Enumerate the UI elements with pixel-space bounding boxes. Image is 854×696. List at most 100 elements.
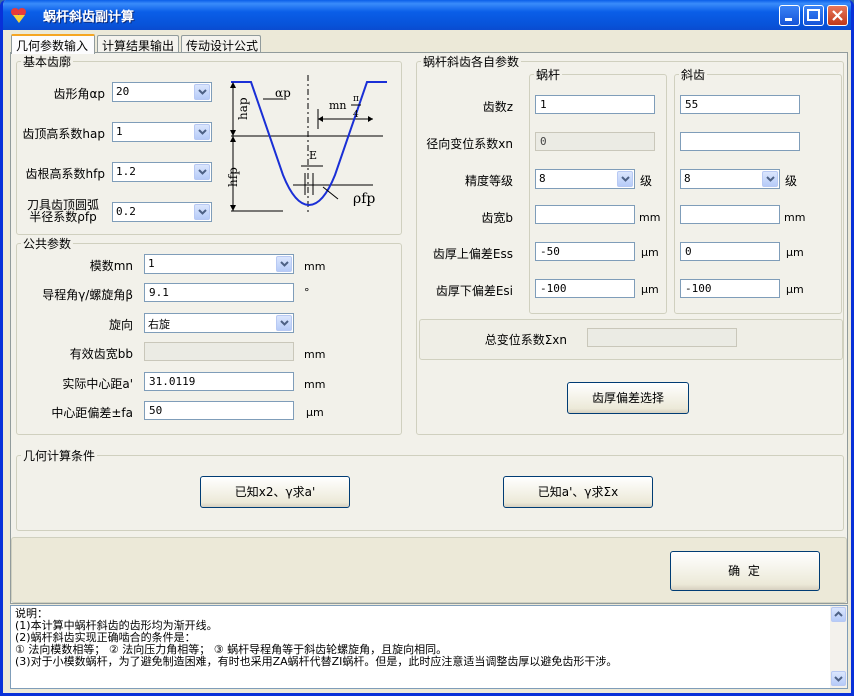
worm-column-title: 蜗杆 bbox=[536, 68, 561, 82]
chevron-up-icon bbox=[834, 611, 843, 617]
chevron-down-icon bbox=[198, 89, 207, 95]
diagram-mn-label: mn bbox=[329, 99, 347, 112]
direction-select[interactable]: 右旋 bbox=[144, 313, 294, 333]
diagram-e-label: E bbox=[309, 149, 317, 162]
conditions-title: 几何计算条件 bbox=[23, 449, 96, 463]
main-window: 蜗杆斜齿副计算 几何参数输入 计算结果输出 传动设计公式 基本齿廓 齿形角αp … bbox=[0, 0, 854, 696]
dropdown-arrow[interactable] bbox=[194, 124, 210, 140]
maximize-button[interactable] bbox=[803, 5, 824, 26]
minimize-button[interactable] bbox=[779, 5, 800, 26]
chevron-down-icon bbox=[198, 129, 207, 135]
center-dev-input[interactable]: 50 bbox=[144, 401, 294, 420]
dropdown-arrow[interactable] bbox=[762, 171, 778, 187]
calc-by-x2-button[interactable]: 已知x2、γ求a' bbox=[200, 476, 350, 508]
eff-width-label: 有效齿宽bb bbox=[69, 347, 133, 361]
tab-geometry-input[interactable]: 几何参数输入 bbox=[11, 34, 95, 54]
close-button[interactable] bbox=[827, 5, 848, 26]
dropdown-arrow[interactable] bbox=[194, 204, 210, 220]
notes-scrollbar[interactable] bbox=[830, 606, 847, 688]
gear-teeth-input[interactable]: 55 bbox=[680, 95, 800, 114]
shift-label: 径向变位系数xn bbox=[426, 137, 513, 151]
worm-grade-value: 8 bbox=[539, 172, 546, 185]
diagram-four-label: 4 bbox=[353, 110, 359, 120]
lead-angle-label: 导程角γ/螺旋角β bbox=[42, 288, 133, 302]
notes-textarea[interactable]: 说明： (1)本计算中蜗杆斜齿的齿形均为渐开线。 (2)蜗杆斜齿实现正确啮合的条… bbox=[10, 605, 848, 689]
dropdown-arrow[interactable] bbox=[194, 84, 210, 100]
maximize-icon bbox=[807, 9, 820, 21]
worm-lower-dev-input[interactable]: -100 bbox=[535, 279, 635, 298]
gear-lower-dev-unit: μm bbox=[786, 283, 804, 296]
center-dev-unit: μm bbox=[306, 406, 324, 419]
title-bar[interactable]: 蜗杆斜齿副计算 bbox=[3, 0, 851, 30]
total-shift-label: 总变位系数Σxn bbox=[484, 333, 567, 347]
ok-button[interactable]: 确 定 bbox=[670, 551, 820, 591]
calc-by-center-distance-button[interactable]: 已知a'、γ求Σx bbox=[503, 476, 653, 508]
diagram-hap-label: hap bbox=[236, 97, 250, 120]
addendum-coef-value: 1 bbox=[116, 125, 123, 138]
worm-width-unit: mm bbox=[639, 211, 661, 224]
total-shift-input[interactable] bbox=[587, 328, 737, 347]
worm-upper-dev-input[interactable]: -50 bbox=[535, 242, 635, 261]
dropdown-arrow[interactable] bbox=[194, 164, 210, 180]
worm-width-input[interactable] bbox=[535, 205, 635, 224]
conditions-group: 几何计算条件 bbox=[16, 447, 844, 531]
close-icon bbox=[832, 10, 843, 21]
center-distance-unit: mm bbox=[304, 378, 326, 391]
chevron-down-icon bbox=[766, 176, 775, 182]
worm-lower-dev-unit: μm bbox=[641, 283, 659, 296]
pressure-angle-select[interactable]: 20 bbox=[112, 82, 212, 102]
gear-upper-dev-input[interactable]: 0 bbox=[680, 242, 780, 261]
gear-params-title: 蜗杆斜齿各自参数 bbox=[423, 55, 520, 69]
gear-lower-dev-input[interactable]: -100 bbox=[680, 279, 780, 298]
thickness-deviation-button[interactable]: 齿厚偏差选择 bbox=[567, 382, 689, 414]
tip-radius-label: 刀具齿顶圆弧 半径系数ρfp bbox=[21, 199, 105, 223]
center-distance-input[interactable]: 31.0119 bbox=[144, 372, 294, 391]
dropdown-arrow[interactable] bbox=[276, 256, 292, 272]
dedendum-coef-select[interactable]: 1.2 bbox=[112, 162, 212, 182]
center-dev-label: 中心距偏差±fa bbox=[51, 406, 133, 420]
addendum-coef-select[interactable]: 1 bbox=[112, 122, 212, 142]
lead-angle-input[interactable]: 9.1 bbox=[144, 283, 294, 302]
direction-label: 旋向 bbox=[108, 318, 133, 332]
gear-width-unit: mm bbox=[784, 211, 806, 224]
chevron-down-icon bbox=[198, 209, 207, 215]
module-value: 1 bbox=[148, 257, 155, 270]
window-title: 蜗杆斜齿副计算 bbox=[43, 10, 135, 25]
gear-column-title: 斜齿 bbox=[681, 68, 706, 82]
worm-grade-select[interactable]: 8 bbox=[535, 169, 635, 189]
diagram-rho-label: ρfp bbox=[353, 191, 375, 207]
scroll-up-button[interactable] bbox=[831, 607, 846, 622]
width-label: 齿宽b bbox=[481, 211, 513, 225]
worm-grade-unit: 级 bbox=[640, 174, 653, 188]
eff-width-unit: mm bbox=[304, 348, 326, 361]
eff-width-input[interactable] bbox=[144, 342, 294, 361]
gear-width-input[interactable] bbox=[680, 205, 780, 224]
dropdown-arrow[interactable] bbox=[276, 315, 292, 331]
tip-radius-value: 0.2 bbox=[116, 205, 136, 218]
tab-design-formulas[interactable]: 传动设计公式 bbox=[181, 35, 261, 53]
notes-line: (3)对于小模数蜗杆，为了避免制造困难，有时也采用ZA蜗杆代替ZI蜗杆。但是，此… bbox=[15, 655, 618, 668]
teeth-label: 齿数z bbox=[482, 100, 513, 114]
dropdown-arrow[interactable] bbox=[617, 171, 633, 187]
tip-radius-select[interactable]: 0.2 bbox=[112, 202, 212, 222]
gear-grade-select[interactable]: 8 bbox=[680, 169, 780, 189]
lead-angle-unit: ° bbox=[304, 286, 310, 299]
chevron-down-icon bbox=[198, 169, 207, 175]
chevron-down-icon bbox=[834, 676, 843, 682]
pressure-angle-label: 齿形角αp bbox=[53, 87, 105, 101]
minimize-icon bbox=[785, 18, 792, 21]
scroll-down-button[interactable] bbox=[831, 671, 846, 686]
tab-results-output[interactable]: 计算结果输出 bbox=[97, 35, 179, 53]
gear-shift-input[interactable] bbox=[680, 132, 800, 151]
tab-panel: 基本齿廓 齿形角αp 20 齿顶高系数hap 1 齿根高系数hfp 1.2 刀具… bbox=[10, 52, 848, 604]
gear-grade-value: 8 bbox=[684, 172, 691, 185]
module-unit: mm bbox=[304, 260, 326, 273]
addendum-coef-label: 齿顶高系数hap bbox=[22, 127, 105, 141]
dedendum-coef-value: 1.2 bbox=[116, 165, 136, 178]
module-select[interactable]: 1 bbox=[144, 254, 294, 274]
worm-teeth-input[interactable]: 1 bbox=[535, 95, 655, 114]
gear-upper-dev-unit: μm bbox=[786, 246, 804, 259]
worm-shift-input[interactable]: 0 bbox=[535, 132, 655, 151]
lower-dev-label: 齿厚下偏差Esi bbox=[435, 284, 513, 298]
worm-upper-dev-unit: μm bbox=[641, 246, 659, 259]
